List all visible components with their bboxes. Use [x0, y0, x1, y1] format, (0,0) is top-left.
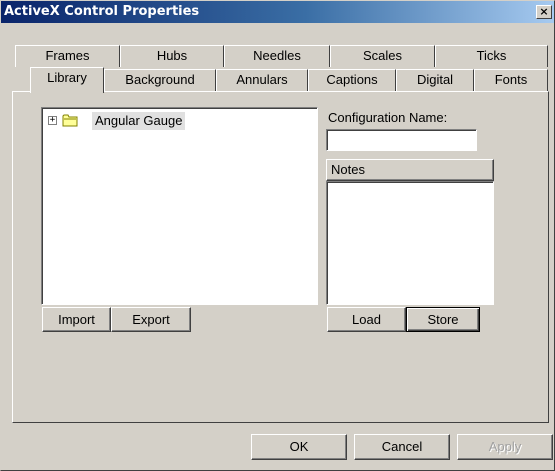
tab-hubs[interactable]: Hubs: [120, 45, 224, 67]
tab-annulars[interactable]: Annulars: [216, 69, 308, 91]
tree-item-label: Angular Gauge: [92, 112, 186, 130]
close-button[interactable]: ×: [536, 5, 552, 19]
apply-button[interactable]: Apply: [457, 434, 553, 460]
store-button[interactable]: Store: [406, 307, 480, 332]
tab-needles[interactable]: Needles: [224, 45, 330, 67]
load-button[interactable]: Load: [327, 307, 406, 332]
expand-icon[interactable]: +: [48, 116, 57, 125]
tab-digital[interactable]: Digital: [396, 69, 474, 91]
notes-textarea[interactable]: [326, 181, 494, 305]
ok-button[interactable]: OK: [251, 434, 347, 460]
properties-dialog: ActiveX Control Properties × Frames Hubs…: [0, 0, 555, 471]
cancel-button[interactable]: Cancel: [354, 434, 450, 460]
tab-ticks[interactable]: Ticks: [435, 45, 548, 67]
window-title: ActiveX Control Properties: [4, 4, 200, 19]
tab-library[interactable]: Library: [30, 67, 104, 93]
import-button[interactable]: Import: [42, 307, 111, 332]
tab-frames[interactable]: Frames: [15, 45, 120, 67]
close-icon: ×: [539, 5, 549, 18]
export-button[interactable]: Export: [111, 307, 191, 332]
tab-background[interactable]: Background: [104, 69, 216, 91]
tab-fonts[interactable]: Fonts: [474, 69, 548, 91]
folder-icon: [62, 114, 78, 127]
config-name-label: Configuration Name:: [328, 110, 448, 125]
tab-captions[interactable]: Captions: [308, 69, 396, 91]
library-tree[interactable]: [41, 107, 318, 305]
notes-header: Notes: [326, 159, 494, 181]
config-name-input[interactable]: [326, 129, 477, 151]
tab-scales[interactable]: Scales: [330, 45, 435, 67]
title-bar[interactable]: ActiveX Control Properties ×: [1, 1, 554, 23]
